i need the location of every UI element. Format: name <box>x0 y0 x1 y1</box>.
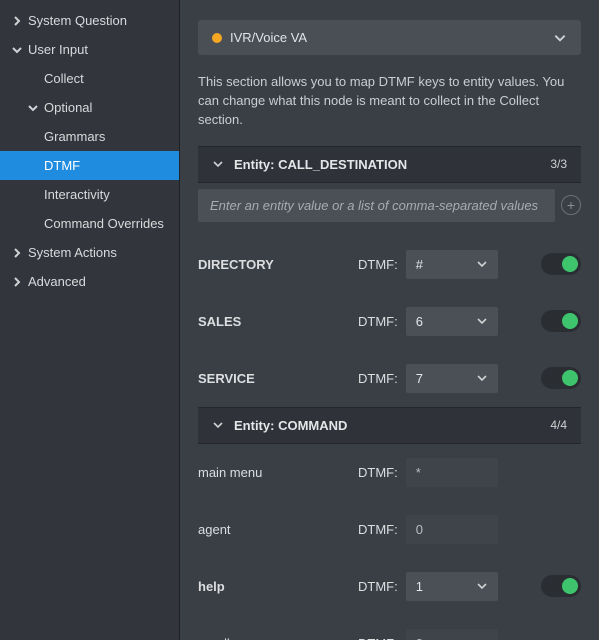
main-content: IVR/Voice VA This section allows you to … <box>180 0 599 640</box>
chevron-down-icon <box>476 258 488 270</box>
mapping-name: SERVICE <box>198 371 358 386</box>
entity-header[interactable]: Entity: COMMAND4/4 <box>198 407 581 444</box>
sidebar-item-label: Collect <box>44 71 84 86</box>
chevron-down-icon <box>28 103 38 113</box>
dtmf-label: DTMF: <box>358 257 398 272</box>
sidebar-item-interactivity[interactable]: Interactivity <box>0 180 179 209</box>
sidebar-item-label: Command Overrides <box>44 216 164 231</box>
mapping-name: goodbye <box>198 636 358 640</box>
entity-value-input[interactable] <box>198 189 555 222</box>
sidebar: System Question User Input Collect Optional… <box>0 0 180 640</box>
sidebar-item-command-overrides[interactable]: Command Overrides <box>0 209 179 238</box>
dtmf-label: DTMF: <box>358 636 398 640</box>
add-value-button[interactable]: + <box>561 195 581 215</box>
mapping-row: agentDTMF: 0 <box>198 501 581 558</box>
mapping-name: main menu <box>198 465 358 480</box>
mapping-name: SALES <box>198 314 358 329</box>
mapping-list: main menuDTMF:*agentDTMF:0helpDTMF:1good… <box>198 444 581 640</box>
mapping-name: agent <box>198 522 358 537</box>
mapping-row: goodbyeDTMF: 8 <box>198 615 581 640</box>
dtmf-select[interactable]: 1 <box>406 572 498 601</box>
chevron-down-icon <box>212 158 224 170</box>
channel-dropdown[interactable]: IVR/Voice VA <box>198 20 581 55</box>
mapping-row: main menuDTMF: * <box>198 444 581 501</box>
dtmf-label: DTMF: <box>358 465 398 480</box>
chevron-down-icon <box>476 580 488 592</box>
dtmf-select[interactable]: # <box>406 250 498 279</box>
sidebar-item-label: System Question <box>28 13 127 28</box>
entity-value-input-row: + <box>198 183 581 236</box>
dtmf-value: # <box>416 257 476 272</box>
sidebar-item-system-question[interactable]: System Question <box>0 6 179 35</box>
sidebar-item-label: Grammars <box>44 129 105 144</box>
entity-block: Entity: CALL_DESTINATION3/3+DIRECTORYDTM… <box>198 146 581 407</box>
dtmf-select[interactable]: 6 <box>406 307 498 336</box>
mapping-toggle[interactable] <box>541 253 581 275</box>
entity-header[interactable]: Entity: CALL_DESTINATION3/3 <box>198 146 581 183</box>
chevron-down-icon <box>476 372 488 384</box>
dtmf-label: DTMF: <box>358 371 398 386</box>
toggle-knob-icon <box>562 256 578 272</box>
toggle-knob-icon <box>562 313 578 329</box>
entities-container: Entity: CALL_DESTINATION3/3+DIRECTORYDTM… <box>198 146 581 640</box>
dtmf-value-static: 0 <box>406 515 498 544</box>
mapping-name: help <box>198 579 358 594</box>
mapping-row: DIRECTORYDTMF: # <box>198 236 581 293</box>
dtmf-value-static: * <box>406 458 498 487</box>
status-dot-icon <box>212 33 222 43</box>
mapping-row: SALESDTMF: 6 <box>198 293 581 350</box>
sidebar-item-advanced[interactable]: Advanced <box>0 267 179 296</box>
sidebar-item-label: Advanced <box>28 274 86 289</box>
dtmf-value: 1 <box>416 579 476 594</box>
toggle-knob-icon <box>562 578 578 594</box>
sidebar-item-system-actions[interactable]: System Actions <box>0 238 179 267</box>
dtmf-value-static: 8 <box>406 629 498 640</box>
dtmf-select[interactable]: 7 <box>406 364 498 393</box>
dtmf-label: DTMF: <box>358 314 398 329</box>
entity-count: 3/3 <box>550 157 567 171</box>
mapping-row: helpDTMF: 1 <box>198 558 581 615</box>
sidebar-item-label: DTMF <box>44 158 80 173</box>
mapping-toggle[interactable] <box>541 367 581 389</box>
sidebar-item-grammars[interactable]: Grammars <box>0 122 179 151</box>
section-description: This section allows you to map DTMF keys… <box>198 73 581 130</box>
sidebar-item-dtmf[interactable]: DTMF <box>0 151 179 180</box>
sidebar-item-user-input[interactable]: User Input <box>0 35 179 64</box>
sidebar-item-label: Optional <box>44 100 92 115</box>
mapping-list: DIRECTORYDTMF:#SALESDTMF:6SERVICEDTMF:7 <box>198 236 581 407</box>
dtmf-value: 7 <box>416 371 476 386</box>
chevron-right-icon <box>12 277 22 287</box>
sidebar-item-label: System Actions <box>28 245 117 260</box>
dtmf-value: 6 <box>416 314 476 329</box>
chevron-right-icon <box>12 16 22 26</box>
entity-label: Entity: CALL_DESTINATION <box>234 157 550 172</box>
chevron-down-icon <box>12 45 22 55</box>
chevron-down-icon <box>476 315 488 327</box>
entity-block: Entity: COMMAND4/4main menuDTMF:*agentDT… <box>198 407 581 640</box>
dtmf-label: DTMF: <box>358 579 398 594</box>
mapping-toggle[interactable] <box>541 575 581 597</box>
entity-count: 4/4 <box>550 418 567 432</box>
sidebar-item-collect[interactable]: Collect <box>0 64 179 93</box>
chevron-down-icon <box>553 31 567 45</box>
channel-title: IVR/Voice VA <box>230 30 553 45</box>
dtmf-label: DTMF: <box>358 522 398 537</box>
mapping-row: SERVICEDTMF: 7 <box>198 350 581 407</box>
chevron-right-icon <box>12 248 22 258</box>
sidebar-item-label: User Input <box>28 42 88 57</box>
mapping-name: DIRECTORY <box>198 257 358 272</box>
toggle-knob-icon <box>562 370 578 386</box>
entity-label: Entity: COMMAND <box>234 418 550 433</box>
mapping-toggle[interactable] <box>541 310 581 332</box>
sidebar-item-label: Interactivity <box>44 187 110 202</box>
sidebar-item-optional[interactable]: Optional <box>0 93 179 122</box>
chevron-down-icon <box>212 419 224 431</box>
